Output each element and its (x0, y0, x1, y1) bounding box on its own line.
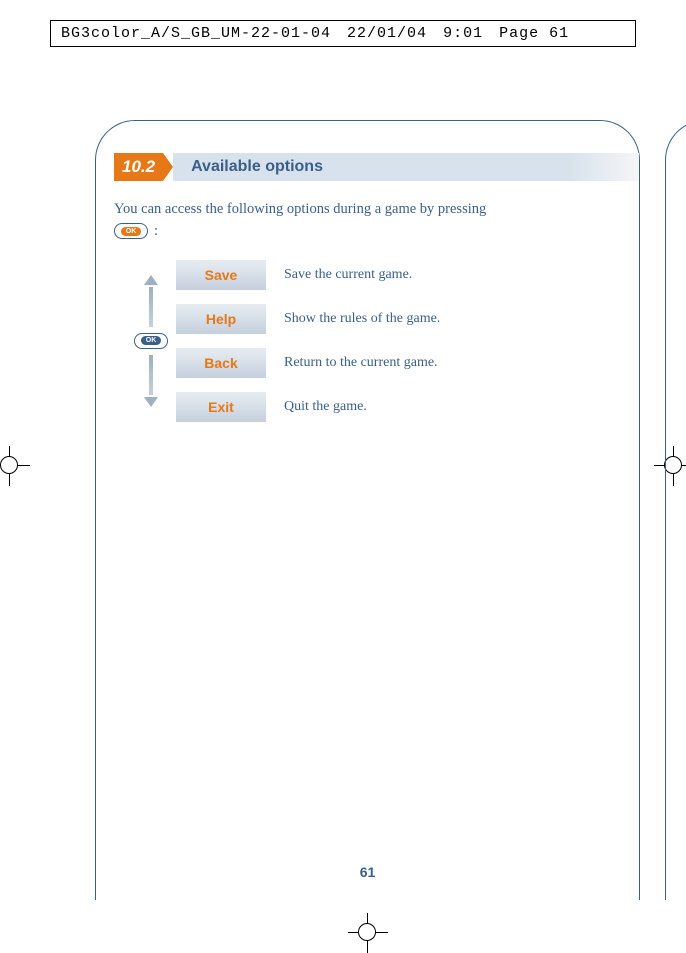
nav-ok-label: OK (141, 336, 162, 345)
option-label: Help (176, 304, 266, 334)
option-desc: Quit the game. (284, 399, 367, 415)
nav-ok-icon: OK (134, 333, 168, 349)
meta-page-label: Page 61 (499, 25, 569, 42)
page-frame: 10.2 Available options You can access th… (95, 120, 640, 900)
ok-button-label: OK (121, 227, 142, 236)
ok-button-icon: OK (114, 223, 148, 239)
meta-filename: BG3color_A/S_GB_UM-22-01-04 (61, 25, 331, 42)
intro-ok-row: OK : (114, 223, 639, 240)
option-row-save: Save Save the current game. (176, 260, 639, 290)
arrow-up-icon (144, 275, 158, 285)
option-row-exit: Exit Quit the game. (176, 392, 639, 422)
section-header: 10.2 Available options (114, 153, 639, 181)
nav-arrows-column: OK (126, 260, 176, 422)
option-desc: Return to the current game. (284, 355, 438, 371)
header-meta-bar: BG3color_A/S_GB_UM-22-01-04 22/01/04 9:0… (50, 20, 636, 47)
option-label: Exit (176, 392, 266, 422)
option-label: Back (176, 348, 266, 378)
arrow-up-bar (149, 287, 153, 327)
options-list: Save Save the current game. Help Show th… (176, 260, 639, 422)
section-title: Available options (173, 153, 639, 181)
section-number-badge: 10.2 (114, 153, 163, 181)
option-row-help: Help Show the rules of the game. (176, 304, 639, 334)
options-block: OK Save Save the current game. Help Show… (126, 260, 639, 422)
intro-colon: : (154, 223, 158, 240)
adjacent-page-frame (665, 120, 686, 900)
meta-date: 22/01/04 (347, 25, 427, 42)
option-label: Save (176, 260, 266, 290)
page-number: 61 (96, 864, 639, 880)
option-desc: Save the current game. (284, 267, 412, 283)
arrow-down-icon (144, 397, 158, 407)
intro-text: You can access the following options dur… (114, 199, 611, 221)
meta-time: 9:01 (443, 25, 483, 42)
option-desc: Show the rules of the game. (284, 311, 440, 327)
arrow-down-bar (149, 355, 153, 395)
option-row-back: Back Return to the current game. (176, 348, 639, 378)
